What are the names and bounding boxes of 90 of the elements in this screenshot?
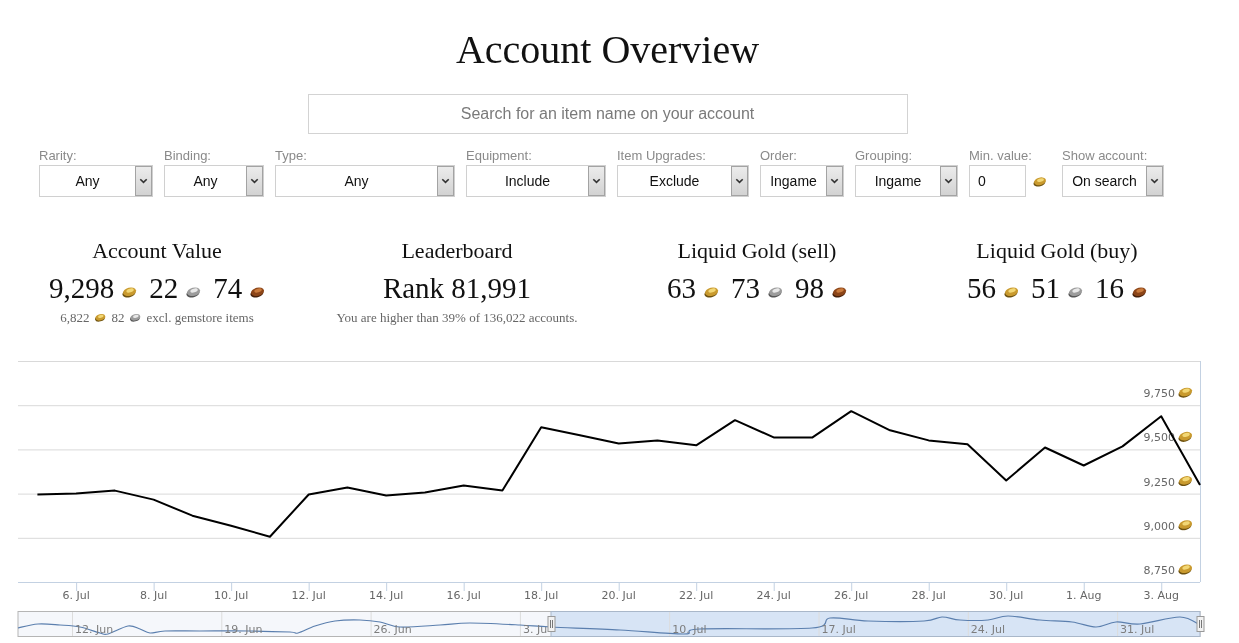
chevron-down-icon bbox=[826, 166, 843, 196]
filter-label: Min. value: bbox=[969, 147, 1032, 165]
navigator-handle[interactable] bbox=[1196, 616, 1205, 632]
filter-label: Rarity: bbox=[39, 147, 77, 165]
page-title: Account Overview bbox=[455, 27, 760, 73]
dropdown[interactable]: Ingame bbox=[760, 165, 844, 197]
x-axis-label: 30. Jul bbox=[989, 589, 1024, 602]
dropdown[interactable]: On search bbox=[1062, 165, 1164, 197]
stat-title: Leaderboard bbox=[401, 237, 513, 265]
stat-title: Liquid Gold (buy) bbox=[976, 237, 1138, 265]
coin-icon bbox=[767, 286, 783, 298]
coin-icon bbox=[1177, 474, 1193, 488]
note-amount: 82 bbox=[111, 310, 125, 326]
filter-label: Show account: bbox=[1062, 147, 1148, 165]
coin-amount: 73 bbox=[731, 271, 760, 306]
coin-icon bbox=[128, 313, 141, 322]
search-field[interactable]: Search for an item name on your account bbox=[307, 94, 908, 134]
coin-amount: 16 bbox=[1095, 271, 1124, 306]
chevron-down-icon bbox=[588, 166, 605, 196]
x-axis-label: 22. Jul bbox=[679, 589, 714, 602]
chevron-down-icon bbox=[731, 166, 748, 196]
chevron-down-icon bbox=[135, 166, 152, 196]
note-text: excl. gemstore items bbox=[146, 310, 254, 326]
x-axis-label: 6. Jul bbox=[62, 589, 90, 602]
x-axis-label: 10. Jul bbox=[214, 589, 249, 602]
navigator-label: 24. Jul bbox=[970, 623, 1006, 636]
dropdown[interactable]: Any bbox=[275, 165, 455, 197]
navigator-label: 26. Jun bbox=[373, 623, 412, 636]
y-axis-label: 8,750 bbox=[1143, 564, 1175, 577]
coin-icon bbox=[1003, 286, 1019, 298]
filter-label: Equipment: bbox=[466, 147, 532, 165]
min-value-field[interactable]: 0 bbox=[969, 165, 1026, 197]
coin-icon bbox=[1177, 563, 1193, 576]
navigator-label: 17. Jul bbox=[821, 623, 856, 636]
coin-icon bbox=[1177, 519, 1193, 532]
coin-amount: 22 bbox=[149, 271, 179, 306]
navigator-label: 31. Jul bbox=[1120, 623, 1155, 636]
x-axis-label: 28. Jul bbox=[911, 589, 946, 602]
coin-amount: 56 bbox=[967, 271, 996, 306]
x-axis-label: 20. Jul bbox=[601, 589, 636, 602]
dropdown[interactable]: Any bbox=[164, 165, 264, 197]
y-axis-label: 9,750 bbox=[1143, 387, 1175, 401]
coin-amount: 9,298 bbox=[48, 271, 115, 306]
y-axis-label: 9,000 bbox=[1143, 519, 1175, 533]
stat-title: Account Value bbox=[92, 237, 222, 265]
coin-icon bbox=[1131, 286, 1147, 298]
rank-text: Rank 81,991 bbox=[382, 271, 532, 306]
navigator-label: 3. Ju bbox=[522, 623, 548, 636]
chevron-down-icon bbox=[1146, 166, 1163, 196]
coin-icon bbox=[831, 286, 847, 298]
coin-icon bbox=[185, 286, 202, 298]
dropdown[interactable]: Any bbox=[39, 165, 153, 197]
navigator-window[interactable] bbox=[550, 611, 1201, 637]
dropdown[interactable]: Include bbox=[466, 165, 606, 197]
x-axis-label: 14. Jul bbox=[369, 589, 404, 602]
filter-label: Item Upgrades: bbox=[617, 147, 706, 165]
x-axis-label: 26. Jul bbox=[834, 589, 869, 602]
coin-amount: 74 bbox=[213, 271, 243, 306]
coin-amount: 51 bbox=[1031, 271, 1060, 306]
x-axis-label: 16. Jul bbox=[446, 589, 481, 602]
x-axis-label: 24. Jul bbox=[756, 589, 791, 602]
note-text: You are higher than 39% of 136,022 accounts. bbox=[336, 310, 578, 326]
filter-label: Binding: bbox=[164, 147, 211, 165]
chevron-down-icon bbox=[940, 166, 957, 196]
note-amount: 6,822 bbox=[60, 310, 90, 326]
chevron-down-icon bbox=[246, 166, 263, 196]
coin-amount: 98 bbox=[795, 271, 824, 306]
coin-icon bbox=[703, 286, 719, 298]
x-axis-label: 8. Jul bbox=[140, 589, 168, 602]
coin-amount: 63 bbox=[667, 271, 696, 306]
x-axis-label: 1. Aug bbox=[1066, 589, 1102, 602]
filter-label: Type: bbox=[275, 147, 307, 165]
coin-icon bbox=[121, 286, 138, 298]
filter-label: Grouping: bbox=[855, 147, 913, 165]
dropdown[interactable]: Ingame bbox=[855, 165, 958, 197]
coin-icon bbox=[93, 313, 106, 322]
dropdown[interactable]: Exclude bbox=[617, 165, 749, 197]
chevron-down-icon bbox=[437, 166, 454, 196]
x-axis-label: 3. Aug bbox=[1143, 589, 1179, 602]
coin-icon bbox=[249, 286, 266, 298]
y-axis-label: 9,250 bbox=[1143, 475, 1175, 489]
stat-title: Liquid Gold (sell) bbox=[677, 237, 837, 265]
x-axis-label: 12. Jul bbox=[291, 589, 326, 602]
coin-icon bbox=[1032, 175, 1047, 187]
coin-icon bbox=[1177, 386, 1193, 399]
navigator-handle[interactable] bbox=[547, 616, 556, 632]
filter-label: Order: bbox=[760, 147, 797, 165]
coin-icon bbox=[1177, 430, 1193, 444]
coin-icon bbox=[1067, 286, 1083, 298]
x-axis-label: 18. Jul bbox=[524, 589, 559, 602]
